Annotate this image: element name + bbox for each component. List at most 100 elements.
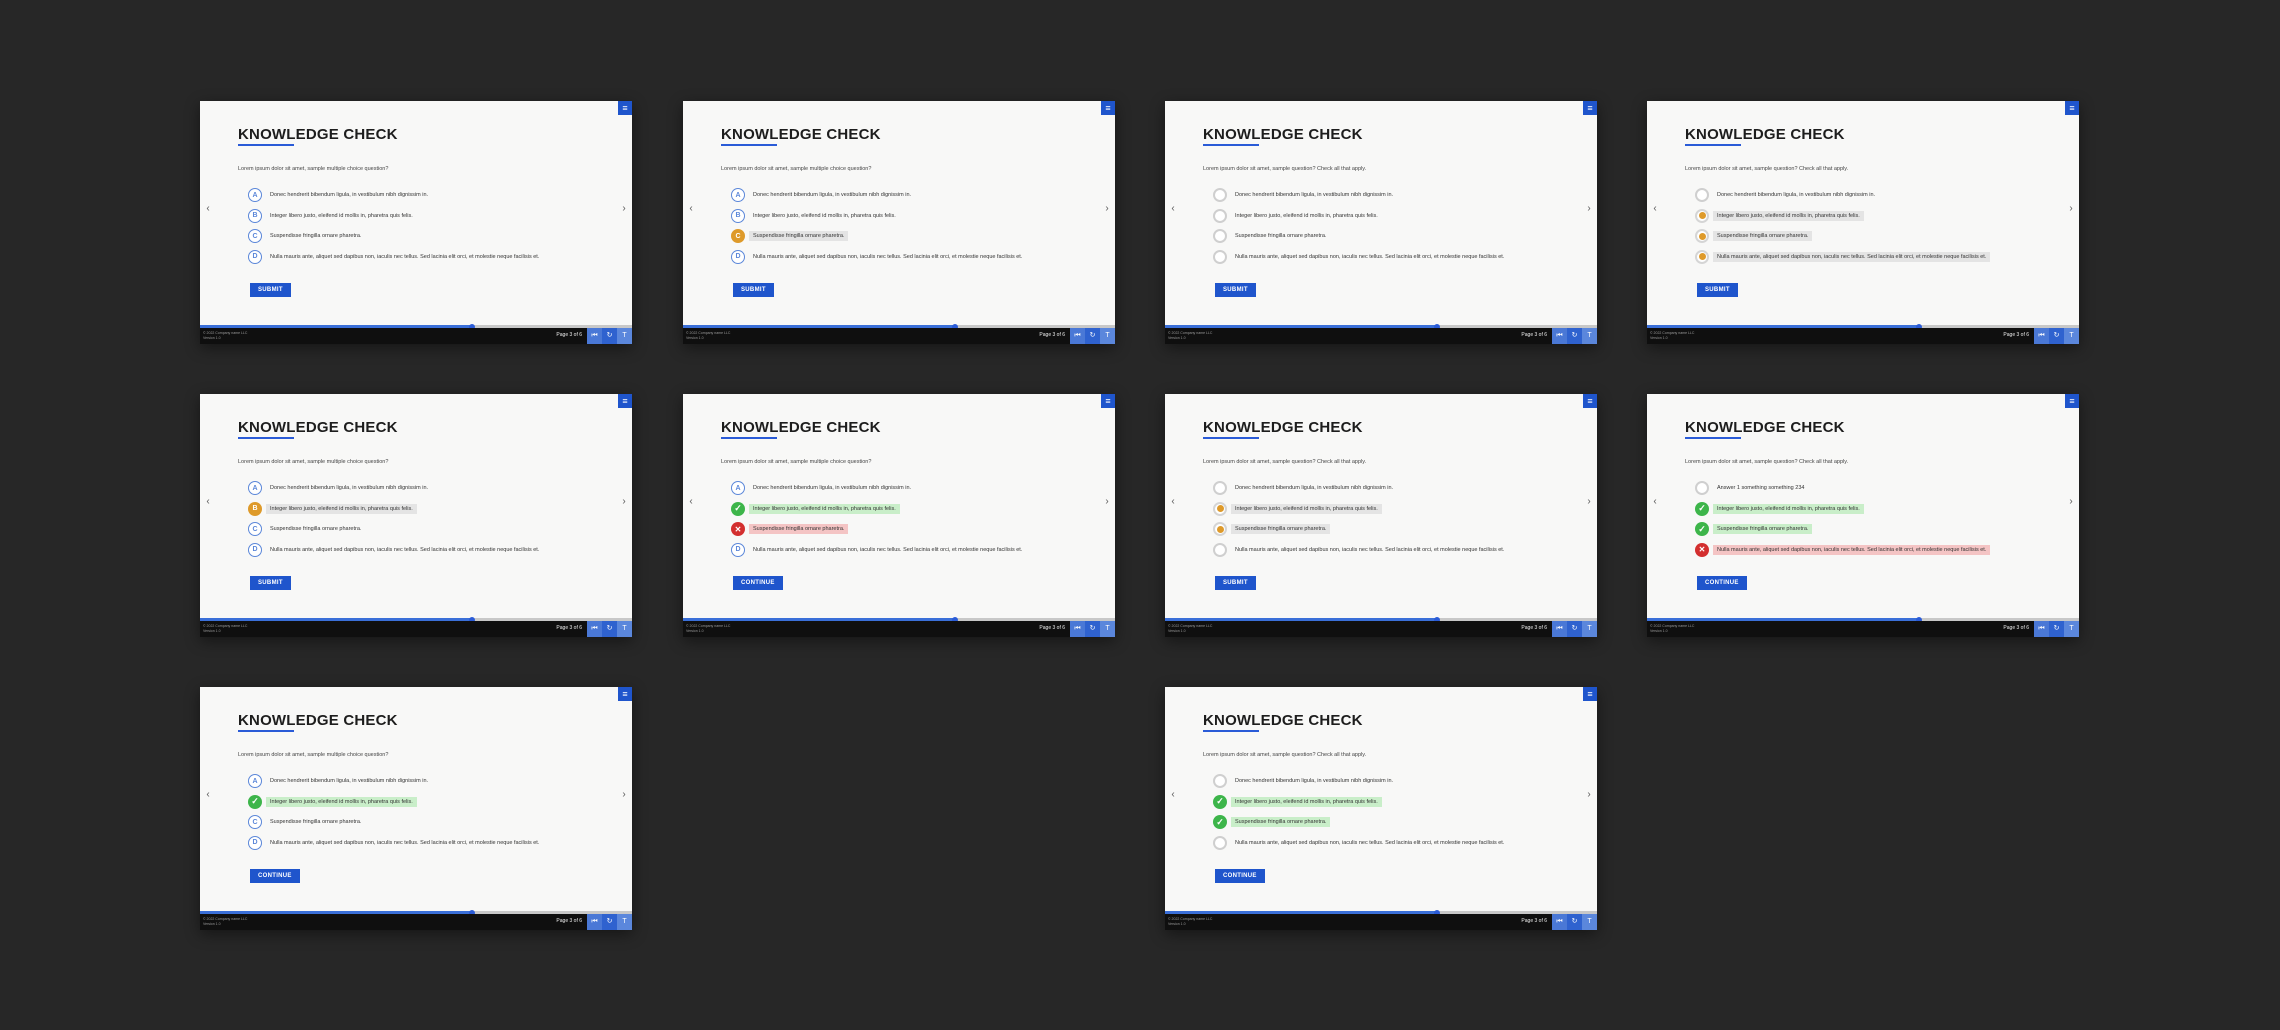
menu-icon[interactable]: ≡ (618, 687, 632, 701)
menu-icon[interactable]: ≡ (2065, 394, 2079, 408)
transcript-icon[interactable]: T (1582, 914, 1597, 930)
replay-icon[interactable]: ↻ (1567, 621, 1582, 637)
transcript-icon[interactable]: T (617, 914, 632, 930)
option-letter-badge[interactable]: A (248, 774, 262, 789)
restart-icon[interactable]: ⏮ (1070, 328, 1085, 344)
replay-icon[interactable]: ↻ (1567, 328, 1582, 344)
answer-option[interactable]: A Donec hendrerit bibendum ligula, in ves… (248, 771, 543, 792)
prev-arrow-icon[interactable]: ‹ (1167, 788, 1179, 802)
transcript-icon[interactable]: T (617, 621, 632, 637)
option-letter-badge[interactable]: A (731, 481, 745, 496)
continue-button[interactable]: CONTINUE (1697, 576, 1747, 590)
checkbox-icon[interactable] (1213, 229, 1227, 244)
checkbox-icon[interactable] (1695, 188, 1709, 203)
option-letter-badge[interactable]: C (248, 522, 262, 537)
answer-option[interactable]: Nulla mauris ante, aliquet sed dapibus n… (1695, 247, 1991, 268)
option-letter-badge[interactable]: D (731, 542, 745, 557)
option-letter-badge[interactable]: D (731, 249, 745, 264)
menu-icon[interactable]: ≡ (2065, 101, 2079, 115)
next-arrow-icon[interactable]: › (1583, 495, 1595, 509)
answer-option[interactable]: B Integer libero justo, eleifend id molli… (248, 206, 543, 227)
continue-button[interactable]: CONTINUE (250, 869, 300, 883)
answer-option[interactable]: B Integer libero justo, eleifend id molli… (731, 206, 1026, 227)
prev-arrow-icon[interactable]: ‹ (202, 788, 214, 802)
option-letter-badge[interactable]: D (248, 835, 262, 850)
answer-option[interactable]: Nulla mauris ante, aliquet sed dapibus n… (1213, 540, 1508, 561)
checkbox-icon[interactable] (1695, 481, 1709, 496)
option-letter-badge[interactable]: C (248, 815, 262, 830)
next-arrow-icon[interactable]: › (618, 495, 630, 509)
restart-icon[interactable]: ⏮ (1070, 621, 1085, 637)
replay-icon[interactable]: ↻ (2049, 328, 2064, 344)
checkbox-icon[interactable] (1213, 208, 1227, 223)
checkbox-icon[interactable] (1213, 188, 1227, 203)
option-letter-badge[interactable]: B (248, 208, 262, 223)
answer-option[interactable]: Integer libero justo, eleifend id mollis… (1213, 206, 1508, 227)
answer-option[interactable]: Suspendisse fringilla ornare pharetra. (1213, 519, 1508, 540)
answer-option[interactable]: ✓ Suspendisse fringilla ornare pharetra. (1695, 519, 1990, 540)
answer-option[interactable]: Suspendisse fringilla ornare pharetra. (1695, 226, 1990, 247)
next-arrow-icon[interactable]: › (1583, 202, 1595, 216)
option-letter-badge[interactable]: C (248, 229, 262, 244)
answer-option[interactable]: ✓ Integer libero justo, eleifend id molli… (731, 499, 1026, 520)
answer-option[interactable]: D Nulla mauris ante, aliquet sed dapibus … (731, 540, 1026, 561)
answer-option[interactable]: D Nulla mauris ante, aliquet sed dapibus … (731, 247, 1026, 268)
option-letter-badge[interactable]: D (248, 249, 262, 264)
continue-button[interactable]: CONTINUE (733, 576, 783, 590)
submit-button[interactable]: SUBMIT (733, 283, 774, 297)
checkbox-icon[interactable] (1213, 542, 1227, 557)
next-arrow-icon[interactable]: › (1101, 202, 1113, 216)
replay-icon[interactable]: ↻ (1085, 328, 1100, 344)
next-arrow-icon[interactable]: › (1583, 788, 1595, 802)
restart-icon[interactable]: ⏮ (2034, 328, 2049, 344)
checkbox-icon[interactable] (1213, 501, 1227, 516)
answer-option[interactable]: A Donec hendrerit bibendum ligula, in ves… (731, 185, 1026, 206)
replay-icon[interactable]: ↻ (1567, 914, 1582, 930)
answer-option[interactable]: Answer 1 something something 234 (1695, 478, 1990, 499)
option-letter-badge[interactable]: A (731, 188, 745, 203)
checkbox-icon[interactable] (1695, 208, 1709, 223)
menu-icon[interactable]: ≡ (1101, 394, 1115, 408)
submit-button[interactable]: SUBMIT (250, 576, 291, 590)
answer-option[interactable]: C Suspendisse fringilla ornare pharetra. (248, 812, 543, 833)
answer-option[interactable]: Donec hendrerit bibendum ligula, in vest… (1213, 185, 1508, 206)
menu-icon[interactable]: ≡ (1101, 101, 1115, 115)
next-arrow-icon[interactable]: › (618, 788, 630, 802)
menu-icon[interactable]: ≡ (1583, 394, 1597, 408)
transcript-icon[interactable]: T (2064, 621, 2079, 637)
prev-arrow-icon[interactable]: ‹ (202, 202, 214, 216)
answer-option[interactable]: B Integer libero justo, eleifend id molli… (248, 499, 543, 520)
next-arrow-icon[interactable]: › (2065, 495, 2077, 509)
answer-option[interactable]: D Nulla mauris ante, aliquet sed dapibus … (248, 833, 543, 854)
next-arrow-icon[interactable]: › (618, 202, 630, 216)
prev-arrow-icon[interactable]: ‹ (1167, 495, 1179, 509)
checkbox-icon[interactable] (1213, 522, 1227, 537)
checkbox-icon[interactable] (1213, 249, 1227, 264)
transcript-icon[interactable]: T (1100, 621, 1115, 637)
restart-icon[interactable]: ⏮ (1552, 328, 1567, 344)
checkbox-icon[interactable] (1695, 229, 1709, 244)
replay-icon[interactable]: ↻ (2049, 621, 2064, 637)
answer-option[interactable]: Integer libero justo, eleifend id mollis… (1213, 499, 1508, 520)
restart-icon[interactable]: ⏮ (1552, 621, 1567, 637)
menu-icon[interactable]: ≡ (618, 394, 632, 408)
answer-option[interactable]: Integer libero justo, eleifend id mollis… (1695, 206, 1990, 227)
answer-option[interactable]: A Donec hendrerit bibendum ligula, in ves… (731, 478, 1026, 499)
replay-icon[interactable]: ↻ (1085, 621, 1100, 637)
transcript-icon[interactable]: T (2064, 328, 2079, 344)
replay-icon[interactable]: ↻ (602, 621, 617, 637)
checkbox-icon[interactable] (1213, 774, 1227, 789)
prev-arrow-icon[interactable]: ‹ (685, 202, 697, 216)
answer-option[interactable]: D Nulla mauris ante, aliquet sed dapibus … (248, 540, 543, 561)
answer-option[interactable]: A Donec hendrerit bibendum ligula, in ves… (248, 185, 543, 206)
checkbox-icon[interactable] (1695, 249, 1709, 264)
prev-arrow-icon[interactable]: ‹ (1649, 495, 1661, 509)
prev-arrow-icon[interactable]: ‹ (1167, 202, 1179, 216)
replay-icon[interactable]: ↻ (602, 914, 617, 930)
submit-button[interactable]: SUBMIT (1215, 576, 1256, 590)
prev-arrow-icon[interactable]: ‹ (685, 495, 697, 509)
answer-option[interactable]: Nulla mauris ante, aliquet sed dapibus n… (1213, 247, 1508, 268)
option-letter-badge[interactable]: A (248, 188, 262, 203)
menu-icon[interactable]: ≡ (618, 101, 632, 115)
option-letter-badge[interactable]: D (248, 542, 262, 557)
